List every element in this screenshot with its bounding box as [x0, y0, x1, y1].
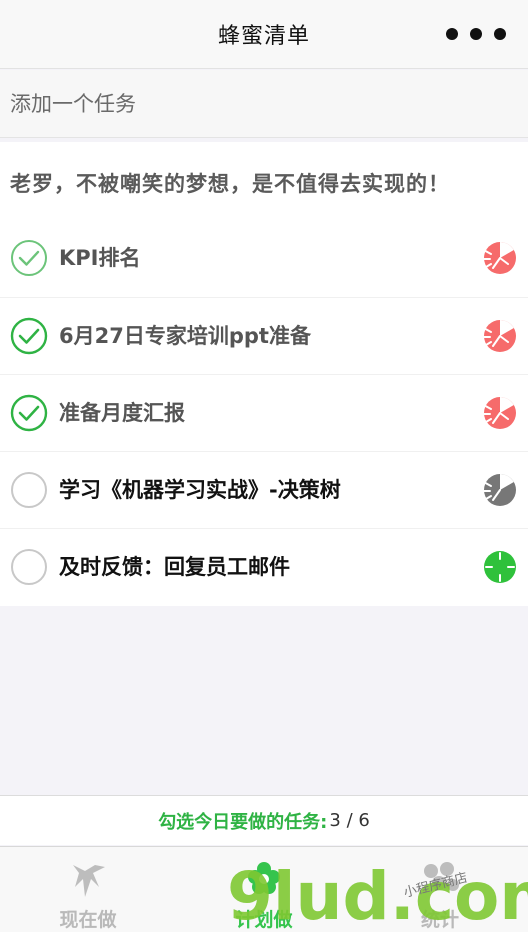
tab-stats[interactable]: 统计 [352, 847, 528, 932]
task-row[interactable]: 及时反馈：回复员工邮件 [0, 528, 528, 605]
task-list: 老罗，不被嘲笑的梦想，是不值得去实现的！ KPI排名 6月27日专家培训ppt准… [0, 142, 528, 606]
task-row[interactable]: 学习《机器学习实战》-决策树 [0, 451, 528, 528]
task-row[interactable]: 准备月度汇报 [0, 374, 528, 451]
task-row[interactable]: 6月27日专家培训ppt准备 [0, 297, 528, 374]
task-label: 6月27日专家培训ppt准备 [59, 324, 311, 348]
chart-icon [424, 862, 459, 891]
navigation-bar: 蜂蜜清单 [0, 0, 528, 69]
add-task-input[interactable] [0, 70, 528, 137]
page-title: 蜂蜜清单 [217, 24, 310, 49]
task-label: KPI排名 [59, 246, 141, 270]
priority-clock-icon[interactable] [482, 240, 518, 276]
task-label: 准备月度汇报 [59, 401, 185, 425]
tab-label: 计划做 [235, 909, 293, 931]
priority-clock-icon[interactable] [482, 395, 518, 431]
more-dots-icon[interactable] [446, 24, 506, 44]
unchecked-circle-icon[interactable] [10, 471, 48, 509]
checked-circle-icon[interactable] [10, 394, 48, 432]
summary-count: 3 / 6 [329, 810, 370, 831]
summary-label: 勾选今日要做的任务: [158, 811, 328, 833]
swallow-icon [73, 865, 105, 897]
tab-label: 现在做 [59, 909, 117, 931]
priority-clock-icon[interactable] [482, 549, 518, 585]
unchecked-circle-icon[interactable] [10, 548, 48, 586]
today-task-summary: 勾选今日要做的任务: 3 / 6 [0, 795, 528, 845]
dot [494, 28, 506, 40]
dot [470, 28, 482, 40]
tab-bar: 现在做 计划做 统计 [0, 846, 528, 932]
flower-icon [248, 862, 280, 894]
priority-clock-icon[interactable] [482, 318, 518, 354]
tab-plan[interactable]: 计划做 [176, 847, 352, 932]
task-label: 学习《机器学习实战》-决策树 [59, 478, 341, 502]
task-row[interactable]: KPI排名 [0, 220, 528, 297]
checked-circle-icon[interactable] [10, 239, 48, 277]
motto-text: 老罗，不被嘲笑的梦想，是不值得去实现的！ [10, 172, 450, 196]
task-label: 及时反馈：回复员工邮件 [59, 555, 290, 579]
priority-clock-icon[interactable] [482, 472, 518, 508]
add-task-bar [0, 70, 528, 138]
checked-circle-icon[interactable] [10, 317, 48, 355]
tab-now[interactable]: 现在做 [0, 847, 176, 932]
tab-label: 统计 [420, 909, 459, 931]
dot [446, 28, 458, 40]
